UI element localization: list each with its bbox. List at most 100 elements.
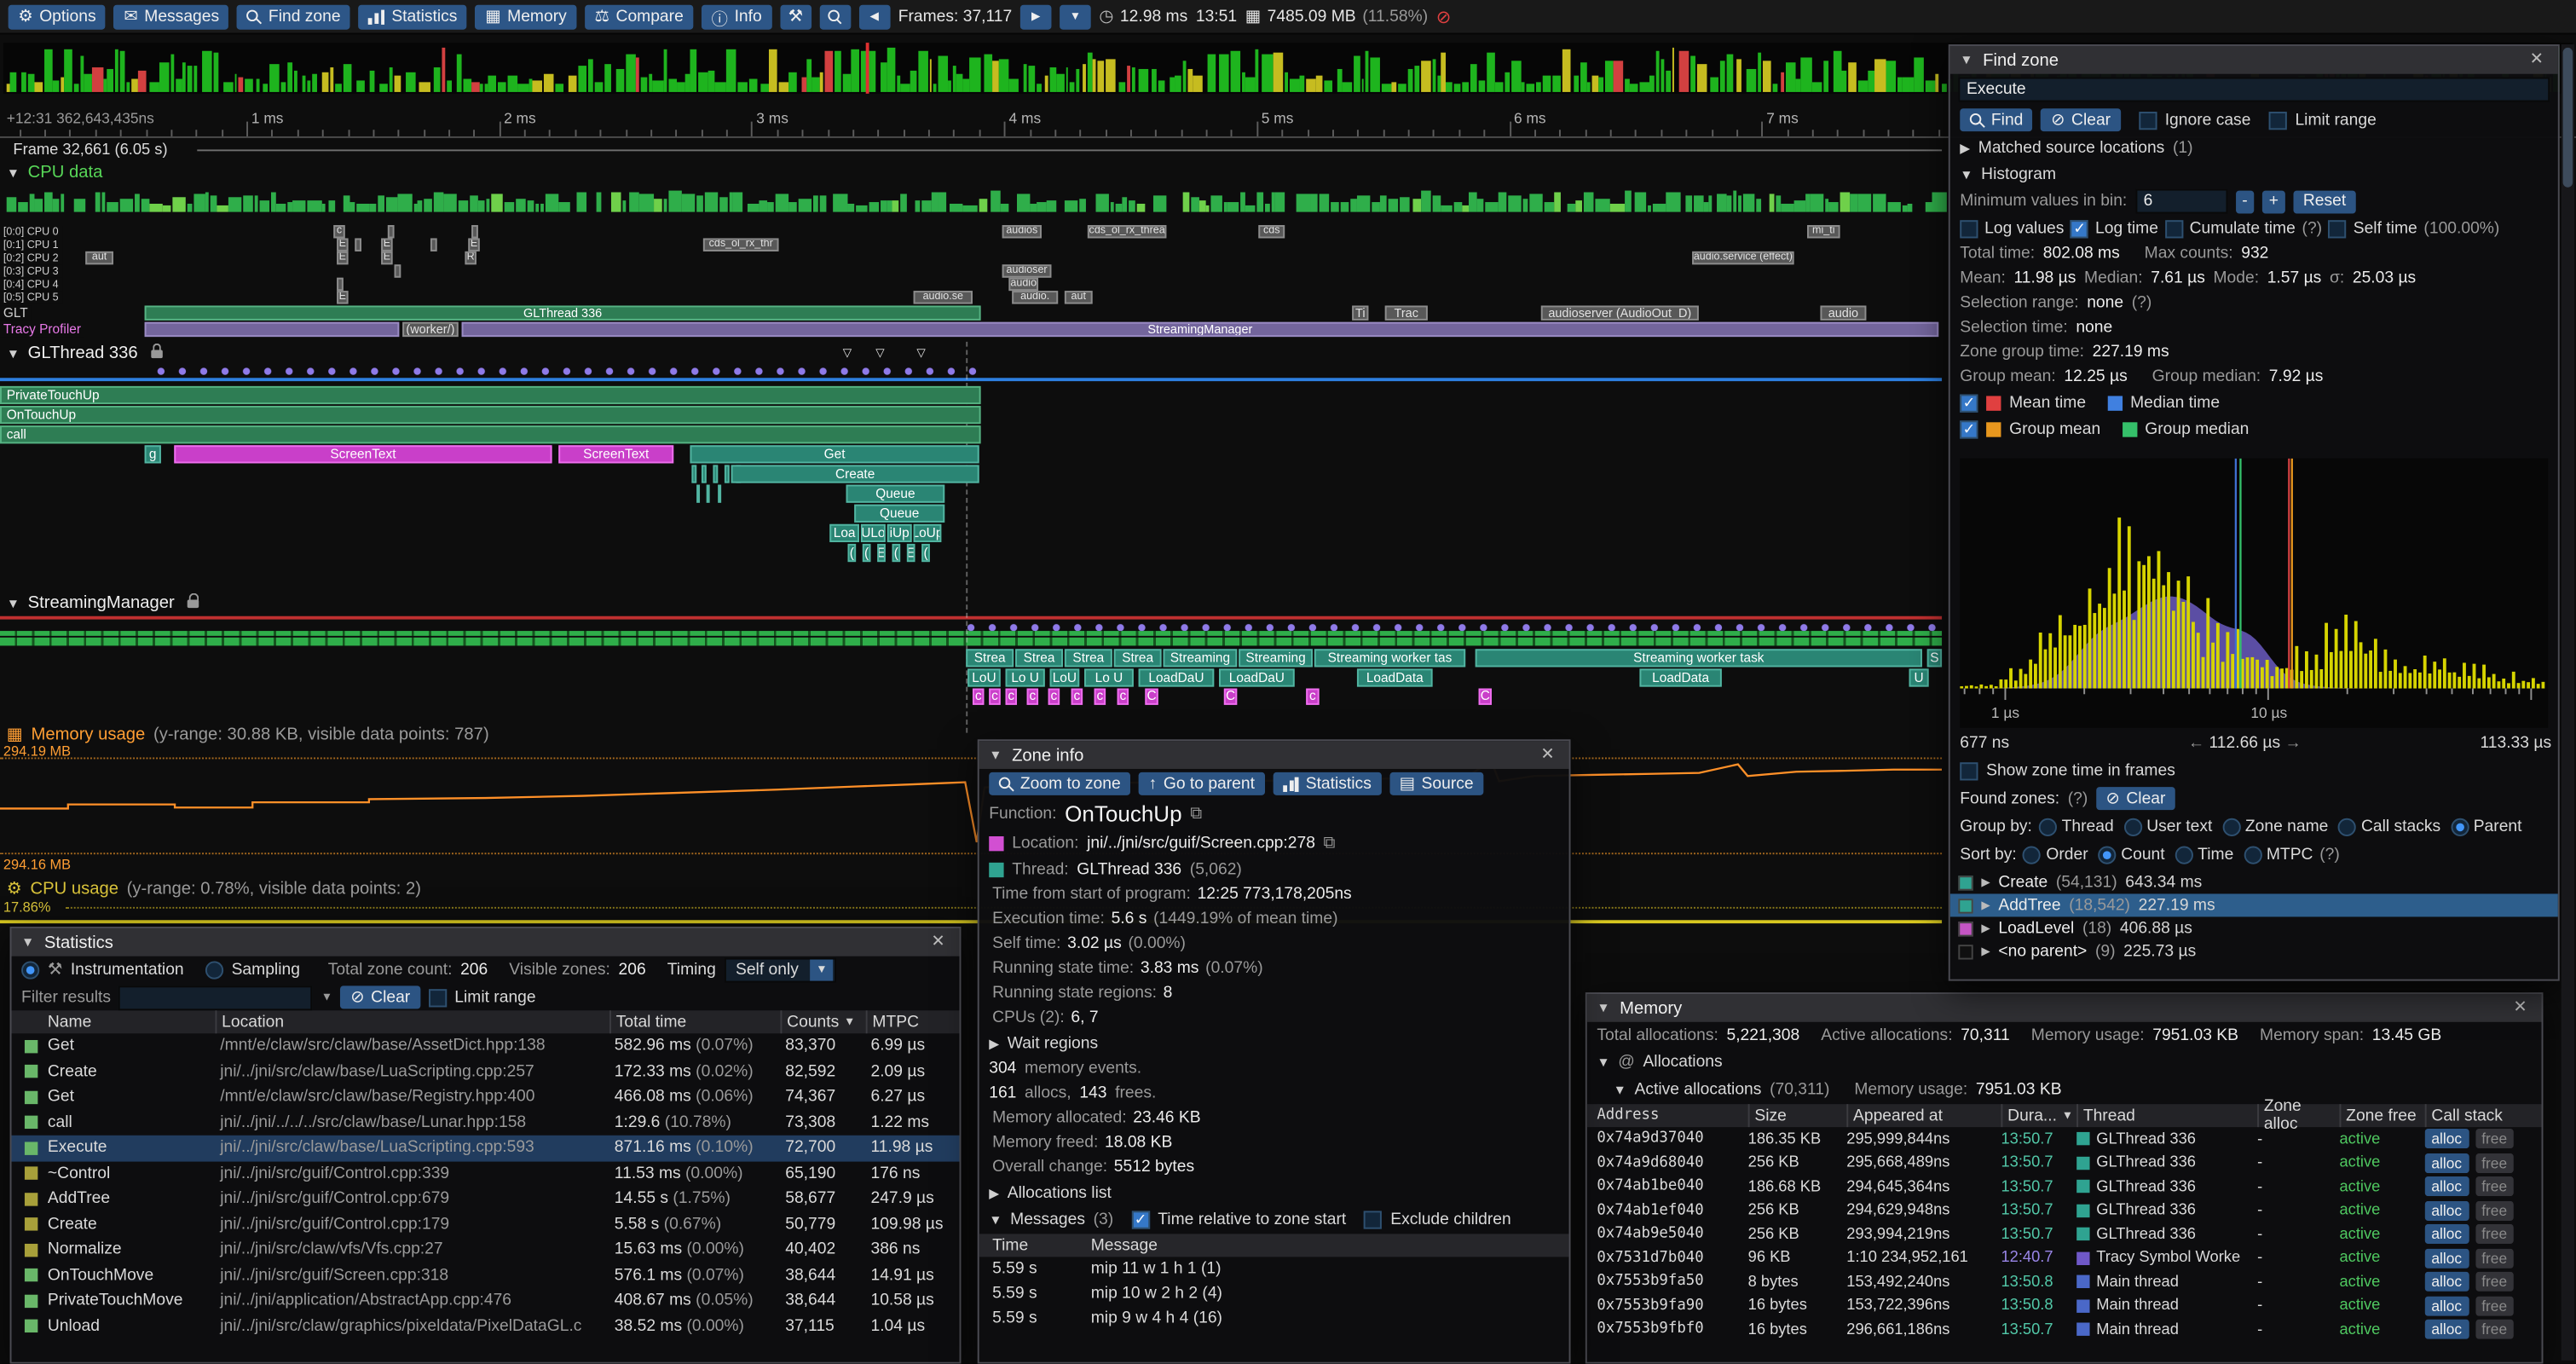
timeline-zone[interactable]: audioserver (AudioOut_D) xyxy=(1541,305,1699,320)
timeline-zone[interactable]: Ti xyxy=(1352,305,1368,320)
clear-button[interactable]: ⊘Clear xyxy=(2042,108,2121,131)
timeline-zone[interactable]: audioser xyxy=(1002,264,1052,277)
timeline-zone[interactable]: c xyxy=(1306,689,1319,705)
timeline-zone[interactable] xyxy=(355,238,361,251)
timeline-zone[interactable]: U xyxy=(1909,668,1929,686)
glthread-header[interactable]: ▼GLThread 336 xyxy=(7,344,163,363)
memory-titlebar[interactable]: ▼Memory✕ xyxy=(1587,994,2542,1022)
timeline-zone[interactable]: Streaming xyxy=(1164,649,1238,667)
memory-usage-header[interactable]: ▦Memory usage(y-range: 30.88 KB, visible… xyxy=(7,725,489,744)
statistics-button[interactable]: Statistics xyxy=(359,4,467,29)
messages-table-header[interactable]: Time Message xyxy=(979,1234,1569,1257)
messages-button[interactable]: ✉Messages xyxy=(114,4,229,29)
timeline-zone[interactable]: Strea xyxy=(1114,649,1162,667)
sort-by-option[interactable]: MTPC xyxy=(2244,846,2313,864)
timeline-zone[interactable]: audio. xyxy=(1012,291,1058,303)
jump-frame-button[interactable]: ▼ xyxy=(1060,4,1091,29)
timeline-zone[interactable]: g xyxy=(145,445,161,463)
timeline-zone[interactable]: c xyxy=(1027,689,1038,705)
message-marker-icon[interactable]: ▽ xyxy=(843,347,852,360)
alloc-callstack-button[interactable]: alloc xyxy=(2425,1248,2469,1268)
alloc-callstack-button[interactable]: alloc xyxy=(2425,1224,2469,1244)
timeline-zone[interactable]: Strea xyxy=(1065,649,1112,667)
timeline-zone[interactable]: LoadData xyxy=(1639,668,1721,686)
timeline-zone[interactable]: Streaming worker tas xyxy=(1314,649,1465,667)
disconnect-icon[interactable]: ⊘ xyxy=(1436,6,1452,27)
free-callstack-button[interactable]: free xyxy=(2475,1272,2514,1292)
timeline-zone[interactable] xyxy=(388,225,395,238)
prev-frame-button[interactable]: ◀ xyxy=(858,4,890,29)
timeline-zone[interactable]: ( xyxy=(892,544,901,562)
close-icon[interactable]: ✕ xyxy=(2525,51,2548,69)
zoom-to-zone-button[interactable]: Zoom to zone xyxy=(989,772,1130,795)
allocation-row[interactable]: 0x74ab1be040 186.68 KB 294,645,364ns 13:… xyxy=(1587,1175,2542,1199)
limit-range-checkbox[interactable] xyxy=(428,988,446,1006)
free-callstack-button[interactable]: free xyxy=(2475,1130,2514,1149)
cumulate-time-checkbox[interactable] xyxy=(2165,219,2183,237)
timeline-zone[interactable]: c xyxy=(1048,689,1060,705)
timeline-zone[interactable]: audio xyxy=(1820,305,1866,320)
filter-input[interactable] xyxy=(119,985,313,1009)
timeline-zone[interactable]: GLThread 336 xyxy=(145,305,981,320)
timeline-zone[interactable] xyxy=(713,465,718,483)
alloc-callstack-button[interactable]: alloc xyxy=(2425,1130,2469,1149)
free-callstack-button[interactable]: free xyxy=(2475,1153,2514,1172)
scrollbar-thumb[interactable] xyxy=(2563,48,2573,188)
timeline-zone[interactable]: audio.se xyxy=(914,291,973,303)
bin-reset-button[interactable]: Reset xyxy=(2293,190,2355,213)
timeline-zone[interactable]: C xyxy=(1479,689,1492,705)
timeline-zone[interactable]: ( xyxy=(847,544,856,562)
alloc-callstack-button[interactable]: alloc xyxy=(2425,1272,2469,1292)
timeline-zone[interactable]: ULo xyxy=(861,524,886,542)
group-by-option[interactable]: Thread xyxy=(2039,818,2114,835)
found-zone-group[interactable]: ▶ <no parent>(9)225.73 µs xyxy=(1950,939,2560,962)
clear-filter-button[interactable]: ⊘Clear xyxy=(341,985,420,1009)
options-button[interactable]: ⚙Options xyxy=(9,4,107,29)
cpu-usage-header[interactable]: ⚙CPU usage(y-range: 0.78%, visible data … xyxy=(7,879,421,899)
timeline-zone[interactable]: mi_ti xyxy=(1807,225,1840,238)
cpu-data-header[interactable]: ▼CPU data xyxy=(7,163,103,182)
timeline-zone[interactable] xyxy=(696,485,700,503)
timeline-zone[interactable]: LoUp xyxy=(914,524,942,542)
find-button[interactable]: Find xyxy=(1960,108,2033,131)
memory-button[interactable]: ▦Memory xyxy=(476,4,577,29)
timeline-zone[interactable]: S xyxy=(1927,649,1942,667)
limit-range-checkbox[interactable] xyxy=(2269,111,2287,129)
bin-increase-button[interactable]: + xyxy=(2262,190,2285,213)
timeline-zone[interactable] xyxy=(145,322,400,337)
log-values-checkbox[interactable] xyxy=(1960,219,1978,237)
find-zone-button[interactable]: Find zone xyxy=(237,4,350,29)
timeline-zone[interactable]: PrivateTouchUp xyxy=(0,386,981,404)
filter-icon[interactable]: ▼ xyxy=(321,991,332,1003)
statistics-row[interactable]: call jni/../jni/../../../src/claw/base/L… xyxy=(11,1110,959,1136)
timeline-zone[interactable]: iUp xyxy=(887,524,912,542)
statistics-row[interactable]: Unload jni/../jni/src/claw/graphics/pixe… xyxy=(11,1314,959,1339)
close-icon[interactable]: ✕ xyxy=(927,933,950,951)
tools-button[interactable]: ⚒ xyxy=(780,4,811,29)
timeline-zone[interactable]: c xyxy=(973,689,984,705)
timeline-zone[interactable]: c xyxy=(1095,689,1106,705)
message-row[interactable]: 5.59 smip 11 w 1 h 1 (1) xyxy=(979,1257,1569,1281)
zone-info-titlebar[interactable]: ▼Zone info✕ xyxy=(979,741,1569,769)
timeline-zone[interactable]: ScreenText xyxy=(558,445,673,463)
free-callstack-button[interactable]: free xyxy=(2475,1320,2514,1339)
alloc-callstack-button[interactable]: alloc xyxy=(2425,1200,2469,1220)
group-lines-checkbox[interactable] xyxy=(1960,419,1978,437)
message-marker-icon[interactable]: ▽ xyxy=(875,347,884,360)
alloc-callstack-button[interactable]: alloc xyxy=(2425,1320,2469,1339)
timeline-zone[interactable] xyxy=(691,465,696,483)
find-zone-titlebar[interactable]: ▼Find zone✕ xyxy=(1950,46,2558,74)
timeline-zone[interactable]: ( xyxy=(921,544,930,562)
wait-regions-toggle[interactable]: ▶Wait regions xyxy=(979,1030,1569,1056)
statistics-row[interactable]: Execute jni/../jni/src/claw/base/LuaScri… xyxy=(11,1136,959,1161)
timeline-zone[interactable]: E xyxy=(468,238,479,251)
zone-statistics-button[interactable]: Statistics xyxy=(1273,772,1381,795)
statistics-row[interactable]: Create jni/../jni/src/guif/Control.cpp:1… xyxy=(11,1211,959,1237)
allocation-row[interactable]: 0x74a9d37040 186.35 KB 295,999,844ns 13:… xyxy=(1587,1127,2542,1151)
timeline-zone[interactable]: call xyxy=(0,425,981,443)
timeline-zone[interactable]: Create xyxy=(731,465,979,483)
timeline-zone[interactable]: Lo U xyxy=(1006,668,1045,686)
histogram-toggle[interactable]: ▼Histogram xyxy=(1950,161,2558,188)
timeline-zone[interactable]: audios xyxy=(1002,225,1042,238)
timeline-zone[interactable]: Queue xyxy=(846,485,945,503)
